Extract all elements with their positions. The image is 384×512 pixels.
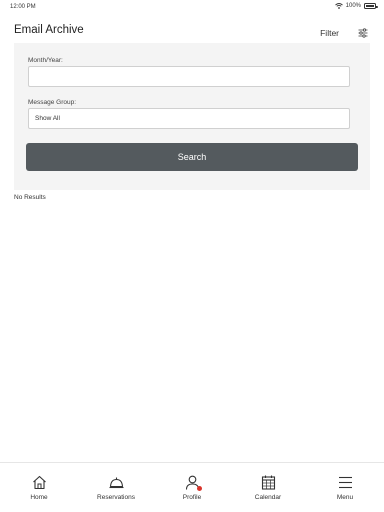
nav-label-calendar: Calendar [254,494,282,501]
nav-calendar[interactable]: Calendar [230,463,306,512]
filter-panel: Month/Year: Message Group: Show All Sear… [14,43,370,190]
battery-icon [364,3,378,9]
battery-percent: 100% [345,3,361,9]
status-time: 12:00 PM [10,4,36,10]
search-button[interactable]: Search [26,143,358,171]
notification-badge [196,486,202,491]
wifi-icon [334,3,343,9]
nav-label-reservations: Reservations [97,494,135,501]
sliders-icon[interactable] [358,28,368,38]
screen: 12:00 PM 100% Email Archive Filter Month… [0,0,384,512]
bell-icon [109,477,123,489]
nav-reservations[interactable]: Reservations [78,463,154,512]
menu-icon [338,476,352,489]
filter-button[interactable]: Filter [320,28,339,38]
status-bar: 12:00 PM 100% [0,0,384,14]
home-icon [32,475,46,490]
status-indicators: 100% [334,3,378,9]
message-group-label: Message Group: [28,99,77,106]
battery-fill [366,5,374,7]
nav-label-profile: Profile [182,494,202,501]
no-results-text: No Results [14,194,46,201]
nav-home[interactable]: Home [1,463,77,512]
bottom-nav: Home Reservations Profile Calendar Menu [0,462,384,512]
month-year-input[interactable] [28,66,350,87]
calendar-icon [261,475,275,490]
message-group-select[interactable]: Show All [28,108,350,129]
nav-label-home: Home [30,494,48,501]
page-title: Email Archive [14,24,84,36]
nav-profile[interactable]: Profile [154,463,230,512]
nav-label-menu: Menu [336,494,354,501]
person-icon [184,474,202,491]
nav-menu[interactable]: Menu [307,463,383,512]
month-year-label: Month/Year: [28,57,63,64]
